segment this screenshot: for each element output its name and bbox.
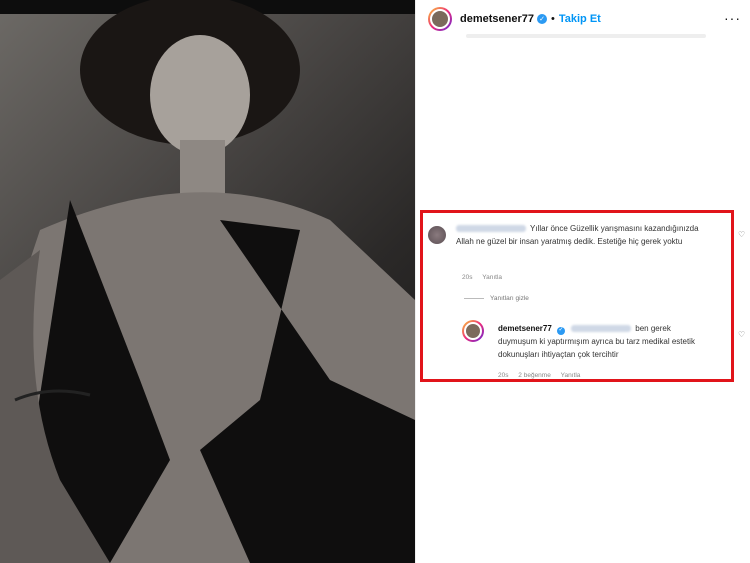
reply-username[interactable]: demetsener77 [498,324,552,333]
comment-reply-button[interactable]: Yanıtla [482,274,502,281]
reply-meta: 20s 2 beğenme Yanıtla [498,372,580,379]
reply-mention-blurred [571,325,632,333]
reply-verified-icon: ✓ [557,326,566,335]
portrait-figure [0,0,415,563]
comment-meta: 20s Yanıtla [462,274,502,281]
blurred-username [456,225,526,233]
comment-like-icon[interactable]: ♡ [738,230,745,239]
reply-body: demetsener77 ✓ ben gerek duymuşum ki yap… [498,322,712,361]
profile-avatar[interactable] [428,7,452,31]
separator-dot: • [551,13,555,25]
more-options-icon[interactable]: ··· [724,10,741,26]
follow-button[interactable]: Takip Et [559,13,601,25]
comment-body: Yıllar önce Güzellik yarışmasını kazandı… [456,222,718,248]
verified-icon: ✓ [537,14,547,24]
reply-like-icon[interactable]: ♡ [738,330,745,339]
reply-avatar[interactable] [462,320,484,342]
commenter-avatar[interactable] [428,226,446,244]
reply-time: 20s [498,372,509,379]
faded-caption [466,34,706,38]
comment-time: 20s [462,274,473,281]
hide-replies-toggle[interactable]: Yanıtları gizle [464,295,529,302]
reply-likes[interactable]: 2 beğenme [518,372,551,379]
post-photo [0,0,415,563]
hide-replies-label[interactable]: Yanıtları gizle [490,295,529,302]
post-header: demetsener77 ✓ • Takip Et ··· [416,0,750,38]
reply-reply-button[interactable]: Yanıtla [561,372,581,379]
header-username[interactable]: demetsener77 [460,13,534,25]
